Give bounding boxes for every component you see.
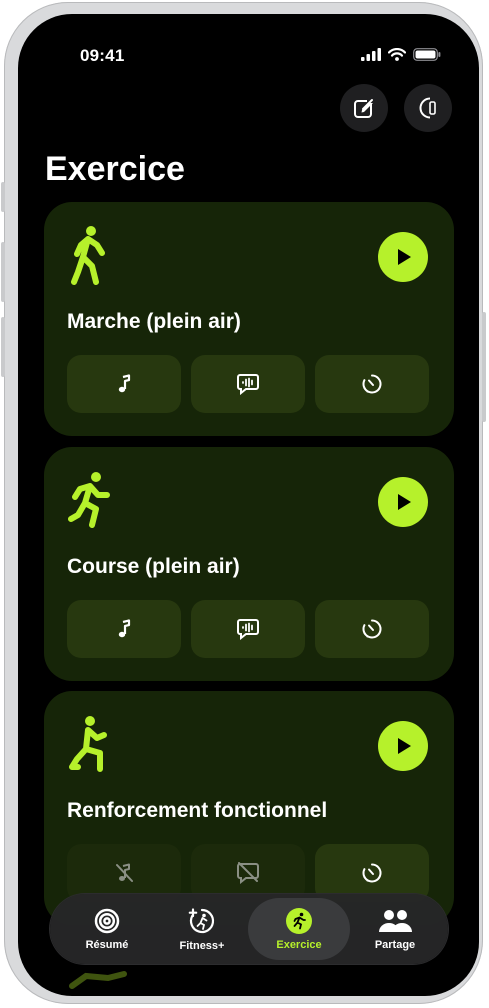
power-button (482, 312, 486, 422)
page-title: Exercice (45, 150, 185, 188)
workout-options (67, 600, 429, 658)
timer-option-button[interactable] (315, 355, 429, 413)
workout-title: Marche (plein air) (67, 310, 241, 333)
workout-card-functional-strength[interactable]: Renforcement fonctionnel (44, 691, 454, 925)
rings-icon (94, 908, 120, 933)
workout-title: Renforcement fonctionnel (67, 799, 328, 822)
play-icon (398, 249, 411, 265)
tab-resume[interactable]: Résumé (56, 898, 158, 960)
workout-title: Course (plein air) (67, 555, 240, 578)
workout-card-walk[interactable]: Marche (plein air) (44, 202, 454, 436)
compose-icon (354, 98, 375, 118)
status-icons (361, 48, 441, 61)
running-icon (68, 472, 110, 528)
speech-slash-icon (237, 862, 259, 884)
volume-up-button (1, 242, 5, 302)
watch-ring-icon (419, 97, 436, 119)
workout-card-run[interactable]: Course (plein air) (44, 447, 454, 681)
fitness-plus-icon (188, 907, 215, 933)
walking-icon (71, 226, 105, 285)
voice-feedback-option-button[interactable] (191, 600, 305, 658)
volume-down-button (1, 317, 5, 377)
speech-waveform-icon (237, 374, 259, 395)
watch-button[interactable] (404, 84, 452, 132)
music-option-button[interactable] (67, 355, 181, 413)
start-functional-strength-button[interactable] (378, 721, 428, 771)
music-option-button[interactable] (67, 600, 181, 658)
cellular-signal-icon (361, 48, 381, 61)
tab-label: Résumé (85, 938, 129, 951)
start-run-button[interactable] (378, 477, 428, 527)
tab-partage[interactable]: Partage (344, 898, 446, 960)
edit-button[interactable] (340, 84, 388, 132)
timer-icon (362, 863, 382, 883)
phone-frame: 09:41 Exercice Marche (plein air) Course… (1, 2, 486, 1004)
next-workout-icon-partial (69, 971, 127, 989)
status-bar: 09:41 (18, 14, 479, 74)
music-note-icon (118, 619, 131, 638)
tab-label: Exercice (276, 938, 322, 951)
tab-exercice[interactable]: Exercice (248, 898, 350, 960)
battery-icon (413, 48, 441, 61)
lunge-icon (69, 716, 107, 772)
play-icon (398, 738, 411, 754)
tab-label: Partage (374, 938, 416, 951)
timer-option-button[interactable] (315, 600, 429, 658)
music-note-icon (118, 374, 131, 393)
speech-waveform-icon (237, 619, 259, 640)
voice-feedback-option-button[interactable] (191, 355, 305, 413)
start-walk-button[interactable] (378, 232, 428, 282)
status-time: 09:41 (80, 46, 125, 65)
silent-switch (1, 182, 5, 212)
tab-fitness-plus[interactable]: Fitness+ (151, 898, 253, 960)
wifi-icon (388, 48, 406, 61)
runner-icon (286, 907, 312, 934)
tab-bar: Résumé Fitness+ Exercice Partage (50, 894, 448, 964)
timer-icon (362, 619, 382, 639)
people-icon (379, 909, 412, 932)
music-note-slash-icon (116, 863, 133, 882)
play-icon (398, 494, 411, 510)
tab-label: Fitness+ (179, 939, 225, 952)
timer-icon (362, 374, 382, 394)
screen: 09:41 Exercice Marche (plein air) Course… (18, 14, 479, 996)
workout-options (67, 355, 429, 413)
